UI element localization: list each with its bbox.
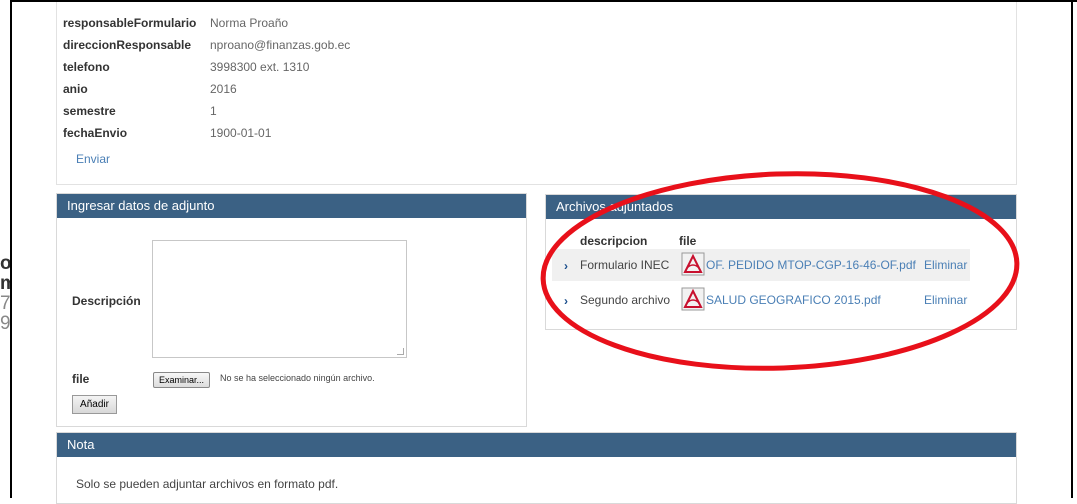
column-header-file: file xyxy=(679,234,697,248)
pdf-file-icon xyxy=(681,287,705,311)
no-file-selected-text: No se ha seleccionado ningún archivo. xyxy=(220,373,375,383)
info-row: responsableFormulario Norma Proaño xyxy=(63,12,350,34)
attachment-description: Formulario INEC xyxy=(580,258,670,272)
info-key: semestre xyxy=(63,104,116,118)
cropped-char: o xyxy=(0,254,10,274)
note-panel-title: Nota xyxy=(57,433,1016,457)
description-label: Descripción xyxy=(72,294,141,308)
attachment-description: Segundo archivo xyxy=(580,293,671,307)
chevron-right-icon[interactable]: › xyxy=(564,259,568,273)
attachment-input-panel: Ingresar datos de adjunto Descripción fi… xyxy=(56,193,527,427)
info-key: responsableFormulario xyxy=(63,16,197,30)
cropped-char: m xyxy=(0,274,10,294)
info-row: semestre 1 xyxy=(63,100,350,122)
browse-file-button[interactable]: Examinar... xyxy=(153,372,211,388)
info-value: 1900-01-01 xyxy=(210,126,272,140)
info-row: anio 2016 xyxy=(63,78,350,100)
info-key: direccionResponsable xyxy=(63,38,192,52)
note-panel: Nota Solo se pueden adjuntar archivos en… xyxy=(56,432,1017,504)
cropped-char: 7 xyxy=(0,294,10,314)
screenshot-border-right xyxy=(1071,0,1073,498)
pdf-file-icon xyxy=(681,252,705,276)
attached-files-panel: Archivos adjuntados descripcion file › F… xyxy=(545,194,1017,330)
info-key: fechaEnvio xyxy=(63,126,128,140)
delete-attachment-link[interactable]: Eliminar xyxy=(924,293,967,307)
info-value: Norma Proaño xyxy=(210,16,289,30)
attachment-file-link[interactable]: OF. PEDIDO MTOP-CGP-16-46-OF.pdf xyxy=(706,258,916,272)
screenshot-border-left xyxy=(10,0,12,498)
cropped-char: 9 xyxy=(0,314,10,334)
resize-handle-icon[interactable] xyxy=(397,348,404,355)
info-value: 1 xyxy=(210,104,217,118)
add-attachment-button[interactable]: Añadir xyxy=(72,395,117,414)
note-text: Solo se pueden adjuntar archivos en form… xyxy=(76,477,339,491)
form-info-table: responsableFormulario Norma Proaño direc… xyxy=(63,12,350,144)
info-key: telefono xyxy=(63,60,110,74)
info-row: fechaEnvio 1900-01-01 xyxy=(63,122,350,144)
attachment-input-panel-title: Ingresar datos de adjunto xyxy=(57,194,526,218)
file-label: file xyxy=(72,372,90,386)
attachment-file-link[interactable]: SALUD GEOGRAFICO 2015.pdf xyxy=(706,293,881,307)
description-textarea[interactable] xyxy=(152,240,407,358)
chevron-right-icon[interactable]: › xyxy=(564,294,568,308)
info-value: 3998300 ext. 1310 xyxy=(210,60,310,74)
info-value: nproano@finanzas.gob.ec xyxy=(210,38,351,52)
info-value: 2016 xyxy=(210,82,237,96)
column-header-description: descripcion xyxy=(580,234,648,248)
send-link[interactable]: Enviar xyxy=(76,152,110,166)
cropped-background-text: o m 7 9 xyxy=(0,254,10,334)
attachment-row: › Segundo archivo SALUD GEOGRAFICO 2015.… xyxy=(552,284,970,316)
info-key: anio xyxy=(63,82,88,96)
attached-files-panel-title: Archivos adjuntados xyxy=(546,195,1016,219)
delete-attachment-link[interactable]: Eliminar xyxy=(924,258,967,272)
attachment-row: › Formulario INEC OF. PEDIDO MTOP-CGP-16… xyxy=(552,249,970,281)
form-info-panel: responsableFormulario Norma Proaño direc… xyxy=(56,2,1017,185)
info-row: direccionResponsable nproano@finanzas.go… xyxy=(63,34,350,56)
info-row: telefono 3998300 ext. 1310 xyxy=(63,56,350,78)
